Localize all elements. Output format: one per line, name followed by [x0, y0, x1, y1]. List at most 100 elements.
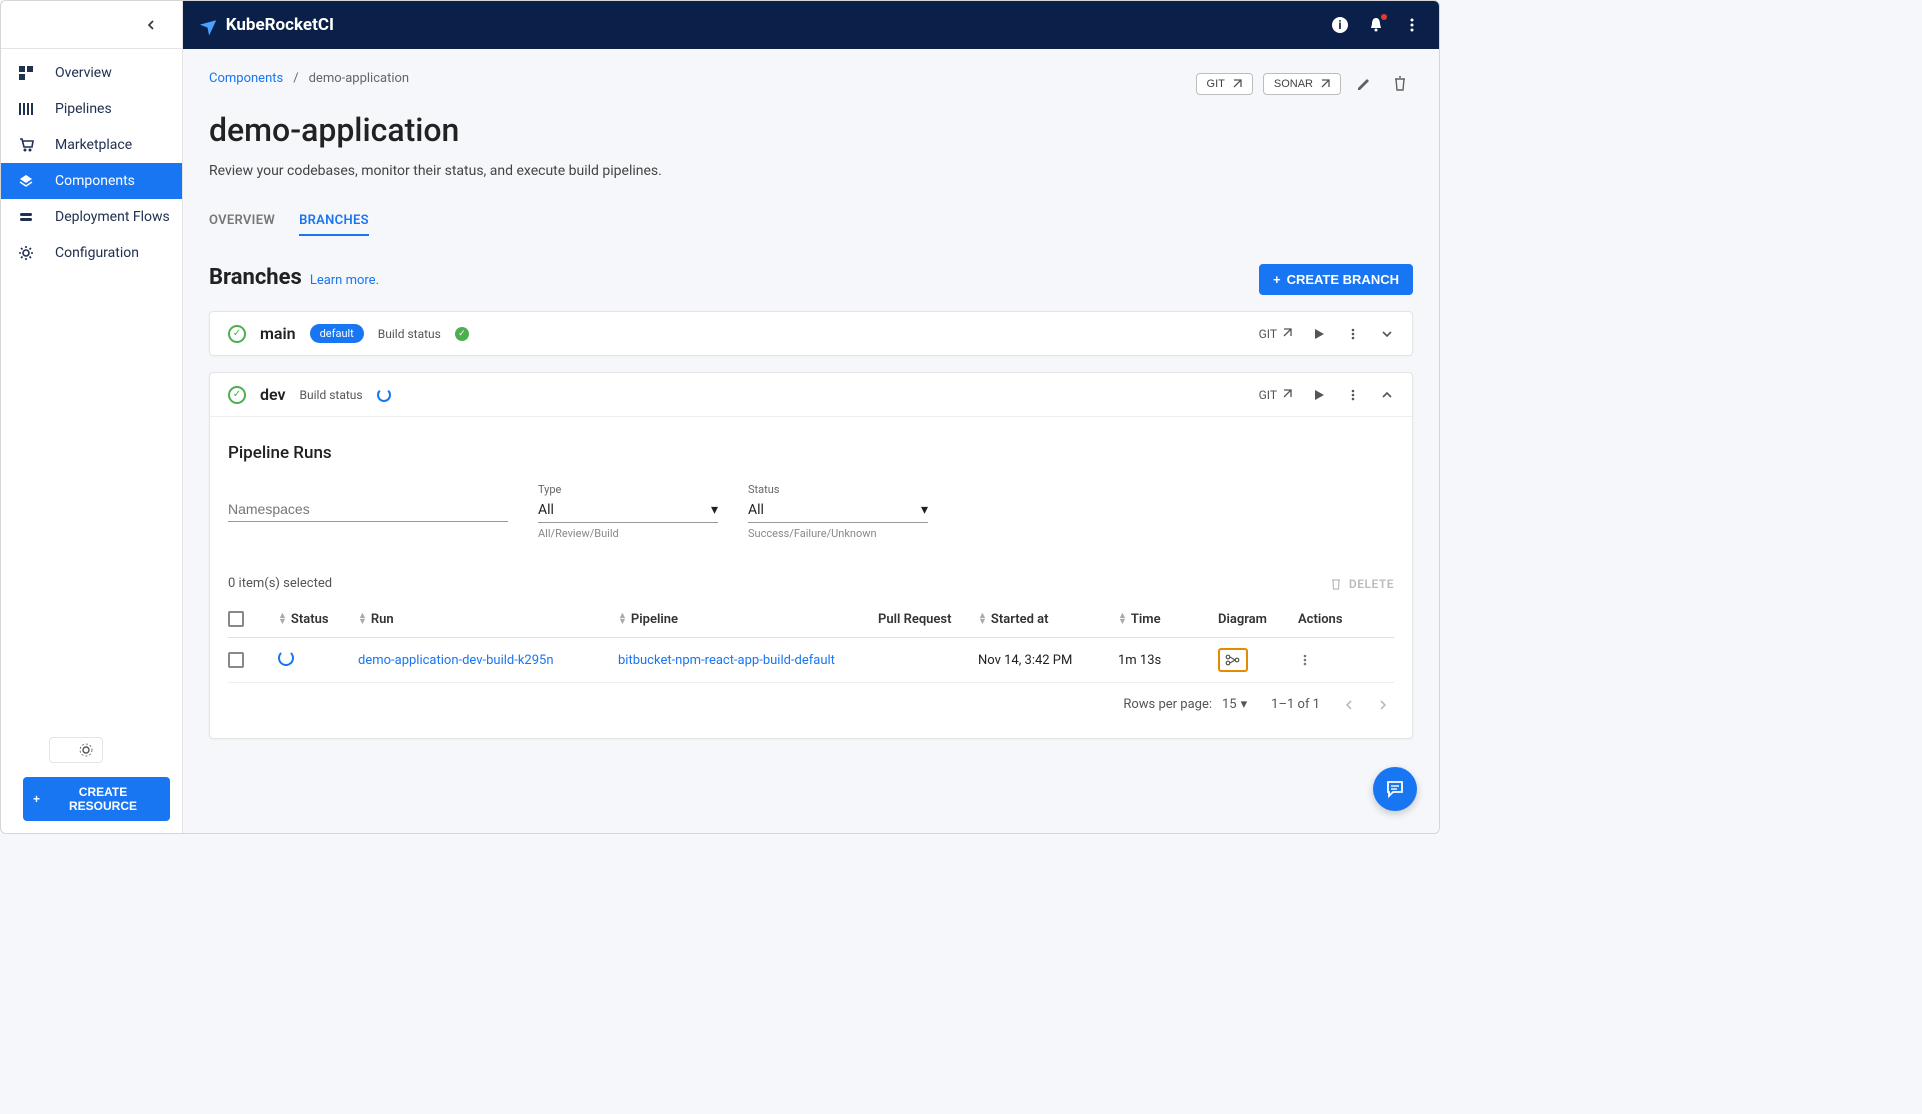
pipeline-runs-title: Pipeline Runs: [228, 443, 1394, 463]
branch-git-link[interactable]: GIT: [1259, 388, 1292, 402]
breadcrumb-root[interactable]: Components: [209, 71, 283, 86]
nav-label: Configuration: [55, 245, 139, 261]
col-status[interactable]: ▲▼Status: [278, 612, 358, 627]
info-icon[interactable]: i: [1331, 16, 1349, 34]
play-icon[interactable]: [1312, 327, 1326, 341]
type-select[interactable]: All ▾: [538, 498, 718, 523]
collapse-sidebar-icon[interactable]: [146, 20, 156, 30]
default-badge: default: [310, 324, 364, 343]
sidebar-item-components[interactable]: Components: [1, 163, 182, 199]
more-vert-icon[interactable]: [1403, 16, 1421, 34]
git-label: GIT: [1207, 78, 1225, 90]
filter-type: Type All ▾ All/Review/Build: [538, 483, 718, 540]
nav-label: Components: [55, 173, 135, 189]
app-logo[interactable]: ➤ KubeRocketCI: [201, 13, 334, 37]
breadcrumb: Components / demo-application: [209, 71, 409, 86]
row-actions-icon[interactable]: [1298, 653, 1358, 667]
rows-per-page-select[interactable]: 15 ▾: [1222, 697, 1247, 712]
next-page-button[interactable]: [1378, 700, 1388, 710]
more-vert-icon[interactable]: [1346, 327, 1360, 341]
open-external-icon: [1319, 79, 1330, 90]
dropdown-icon: ▾: [1241, 697, 1248, 712]
table-header: ▲▼Status ▲▼Run ▲▼Pipeline Pull Request ▲…: [228, 601, 1394, 638]
nav-label: Marketplace: [55, 137, 132, 153]
status-ok-icon: ✓: [228, 386, 246, 404]
cog-small-icon[interactable]: [78, 742, 94, 758]
sidebar-item-overview[interactable]: Overview: [1, 55, 182, 91]
filter-type-help: All/Review/Build: [538, 527, 718, 540]
git-external-button[interactable]: GIT: [1196, 73, 1253, 95]
status-select[interactable]: All ▾: [748, 498, 928, 523]
layers-icon: [15, 173, 37, 189]
rows-per-page: Rows per page: 15 ▾: [1123, 697, 1247, 712]
sidebar-item-configuration[interactable]: Configuration: [1, 235, 182, 271]
breadcrumb-current: demo-application: [309, 71, 410, 86]
header-actions: GIT SONAR: [1196, 71, 1413, 97]
delete-selected-button[interactable]: DELETE: [1329, 577, 1394, 591]
table-row: demo-application-dev-build-k295n bitbuck…: [228, 638, 1394, 683]
create-resource-button[interactable]: + CREATE RESOURCE: [23, 777, 170, 821]
rocket-icon: ➤: [195, 10, 223, 39]
col-pull-request: Pull Request: [878, 612, 978, 627]
play-icon[interactable]: [1312, 388, 1326, 402]
time-cell: 1m 13s: [1118, 653, 1218, 668]
branch-header-dev[interactable]: ✓ dev Build status GIT: [210, 373, 1412, 416]
delete-header-button[interactable]: [1387, 71, 1413, 97]
namespaces-input[interactable]: [228, 497, 508, 522]
svg-text:i: i: [1338, 18, 1341, 32]
sidebar-item-deployment-flows[interactable]: Deployment Flows: [1, 199, 182, 235]
nav-list: Overview Pipelines Marketplace Component…: [1, 49, 182, 271]
nav-label: Pipelines: [55, 101, 112, 117]
col-diagram: Diagram: [1218, 612, 1298, 627]
sidebar-item-pipelines[interactable]: Pipelines: [1, 91, 182, 127]
barcode-icon: [15, 101, 37, 117]
page-range: 1–1 of 1: [1271, 697, 1320, 712]
col-actions: Actions: [1298, 612, 1358, 627]
pipeline-runs-section: Pipeline Runs Type All ▾ All/: [210, 416, 1412, 738]
create-branch-button[interactable]: + CREATE BRANCH: [1259, 264, 1413, 295]
select-all-checkbox[interactable]: [228, 611, 244, 627]
chevron-up-icon[interactable]: [1380, 388, 1394, 402]
bell-icon[interactable]: [1367, 16, 1385, 34]
learn-more-link[interactable]: Learn more.: [310, 273, 379, 288]
app-name: KubeRocketCI: [226, 15, 334, 35]
branches-section-header: Branches Learn more. + CREATE BRANCH: [209, 264, 1413, 295]
col-run[interactable]: ▲▼Run: [358, 612, 618, 627]
sidebar-item-marketplace[interactable]: Marketplace: [1, 127, 182, 163]
branch-panel-main: ✓ main default Build status ✓ GIT: [209, 311, 1413, 356]
filter-status-label: Status: [748, 483, 928, 496]
row-checkbox[interactable]: [228, 652, 244, 668]
edit-button[interactable]: [1351, 71, 1377, 97]
col-pipeline[interactable]: ▲▼Pipeline: [618, 612, 878, 627]
pagination: Rows per page: 15 ▾ 1–1 of 1: [228, 683, 1394, 716]
more-vert-icon[interactable]: [1346, 388, 1360, 402]
spinner-icon: [377, 388, 391, 402]
filter-status-help: Success/Failure/Unknown: [748, 527, 928, 540]
dashboard-icon: [15, 65, 37, 81]
branch-git-link[interactable]: GIT: [1259, 327, 1292, 341]
pipeline-link[interactable]: bitbucket-npm-react-app-build-default: [618, 653, 835, 668]
build-status-label: Build status: [300, 388, 363, 402]
col-started-at[interactable]: ▲▼Started at: [978, 612, 1118, 627]
status-ok-icon: ✓: [228, 325, 246, 343]
filter-type-label: Type: [538, 483, 718, 496]
sonar-external-button[interactable]: SONAR: [1263, 73, 1341, 95]
col-time[interactable]: ▲▼Time: [1118, 612, 1218, 627]
brush-icon[interactable]: [58, 742, 74, 758]
chat-fab[interactable]: [1373, 767, 1417, 811]
branches-title: Branches: [209, 265, 302, 290]
branch-header-main[interactable]: ✓ main default Build status ✓ GIT: [210, 312, 1412, 355]
build-ok-icon: ✓: [455, 327, 469, 341]
prev-page-button[interactable]: [1344, 700, 1354, 710]
branch-actions-main: GIT: [1259, 327, 1394, 341]
dropdown-icon: ▾: [921, 502, 928, 518]
branch-panel-dev: ✓ dev Build status GIT Pipeline Runs: [209, 372, 1413, 739]
tab-overview[interactable]: OVERVIEW: [209, 207, 275, 236]
tabs: OVERVIEW BRANCHES: [209, 207, 1413, 236]
open-external-icon: [1231, 79, 1242, 90]
run-link[interactable]: demo-application-dev-build-k295n: [358, 653, 554, 668]
chevron-down-icon[interactable]: [1380, 327, 1394, 341]
branch-actions-dev: GIT: [1259, 388, 1394, 402]
tab-branches[interactable]: BRANCHES: [299, 207, 369, 236]
diagram-button[interactable]: [1218, 648, 1248, 672]
